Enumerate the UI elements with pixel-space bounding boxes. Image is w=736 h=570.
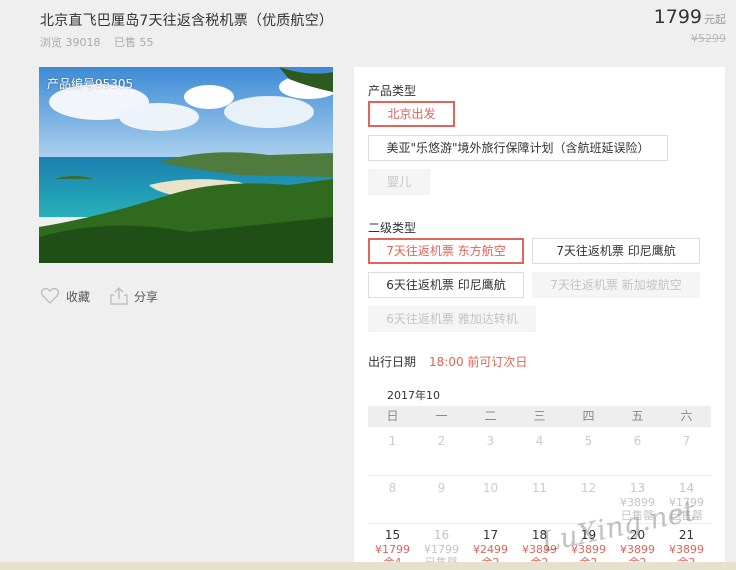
day-number: 8 [388, 481, 397, 495]
type-option-beijing[interactable]: 北京出发 [368, 101, 455, 127]
day-price: ¥1799 [375, 543, 410, 556]
day-number: 10 [482, 481, 499, 495]
travel-date-label: 出行日期 [368, 355, 417, 369]
day-number: 3 [486, 434, 495, 448]
calendar-day: 5 [564, 435, 613, 449]
day-number: 1 [388, 434, 397, 448]
day-price: ¥3899 [669, 543, 704, 556]
weekday-sun: 日 [386, 409, 399, 423]
day-number: 4 [535, 434, 544, 448]
weekday-fri: 五 [631, 409, 644, 423]
day-number: 15 [384, 528, 401, 542]
type-option-insurance[interactable]: 美亚"乐悠游"境外旅行保障计划（含航班延误险） [368, 135, 668, 161]
day-number: 5 [584, 434, 593, 448]
day-number: 6 [633, 434, 642, 448]
subtype-option-7d-garuda[interactable]: 7天往返机票 印尼鹰航 [532, 238, 700, 264]
bottom-strip [0, 562, 736, 570]
calendar-day: 11 [515, 482, 564, 522]
price-value: 1799 [653, 6, 702, 28]
product-type-label: 产品类型 [368, 84, 417, 98]
weekday-mon: 一 [435, 409, 448, 423]
day-price: ¥3899 [620, 543, 655, 556]
product-code: 产品编号95305 [47, 77, 134, 91]
booking-panel: 产品类型 北京出发 美亚"乐悠游"境外旅行保障计划（含航班延误险） 婴儿 二级类… [354, 67, 725, 570]
weekday-sat: 六 [680, 409, 693, 423]
favorite-button[interactable]: 收藏 [40, 287, 90, 305]
calendar-day: 4 [515, 435, 564, 449]
day-price: ¥2499 [473, 543, 508, 556]
weekday-thu: 四 [582, 409, 595, 423]
booking-cutoff-note: 18:00 前可订次日 [429, 355, 528, 369]
price-unit: 元起 [704, 13, 726, 26]
calendar-month: 2017年10 [387, 389, 440, 402]
day-number: 9 [437, 481, 446, 495]
original-price: ¥5299 [691, 32, 726, 45]
favorite-label: 收藏 [66, 289, 91, 304]
price-block: 1799 元起 ¥5299 [654, 6, 726, 45]
share-label: 分享 [134, 289, 159, 304]
subtype-option-7d-eastern[interactable]: 7天往返机票 东方航空 [368, 238, 524, 264]
day-number: 17 [482, 528, 499, 542]
subtype-option-7d-singapore: 7天往返机票 新加坡航空 [532, 272, 700, 298]
type-option-infant: 婴儿 [368, 169, 430, 195]
day-number: 11 [531, 481, 548, 495]
calendar-day: 8 [368, 482, 417, 522]
product-stats: 浏览 39018 已售 55 [40, 34, 164, 50]
heart-icon [40, 287, 60, 304]
calendar-day: 10 [466, 482, 515, 522]
views-count: 浏览 39018 [40, 36, 101, 49]
subtype-option-6d-jakarta: 6天往返机票 雅加达转机 [368, 306, 536, 332]
weekday-wed: 三 [533, 409, 546, 423]
calendar-weekday-header: 日 一 二 三 四 五 六 [368, 406, 711, 427]
calendar-week-1: 1 2 3 4 5 6 7 [368, 435, 711, 449]
calendar-day: 3 [466, 435, 515, 449]
product-title: 北京直飞巴厘岛7天往返含税机票（优质航空） [40, 13, 334, 29]
day-price: ¥1799 [424, 543, 459, 556]
calendar-day: 2 [417, 435, 466, 449]
calendar-day: 1 [368, 435, 417, 449]
sold-count: 已售 55 [114, 36, 154, 49]
island-landscape-image [39, 67, 333, 263]
day-number: 2 [437, 434, 446, 448]
calendar-divider [368, 475, 711, 476]
day-number: 7 [682, 434, 691, 448]
day-number: 13 [629, 481, 646, 495]
share-button[interactable]: 分享 [110, 287, 158, 305]
weekday-tue: 二 [484, 409, 497, 423]
product-photo: 产品编号95305 [39, 67, 333, 263]
subtype-label: 二级类型 [368, 221, 417, 235]
share-icon [110, 287, 128, 305]
subtype-option-6d-garuda[interactable]: 6天往返机票 印尼鹰航 [368, 272, 524, 298]
action-bar: 收藏 分享 [40, 287, 158, 305]
calendar-day: 9 [417, 482, 466, 522]
day-number: 16 [433, 528, 450, 542]
day-number: 12 [580, 481, 597, 495]
calendar-day: 7 [662, 435, 711, 449]
calendar-day: 6 [613, 435, 662, 449]
